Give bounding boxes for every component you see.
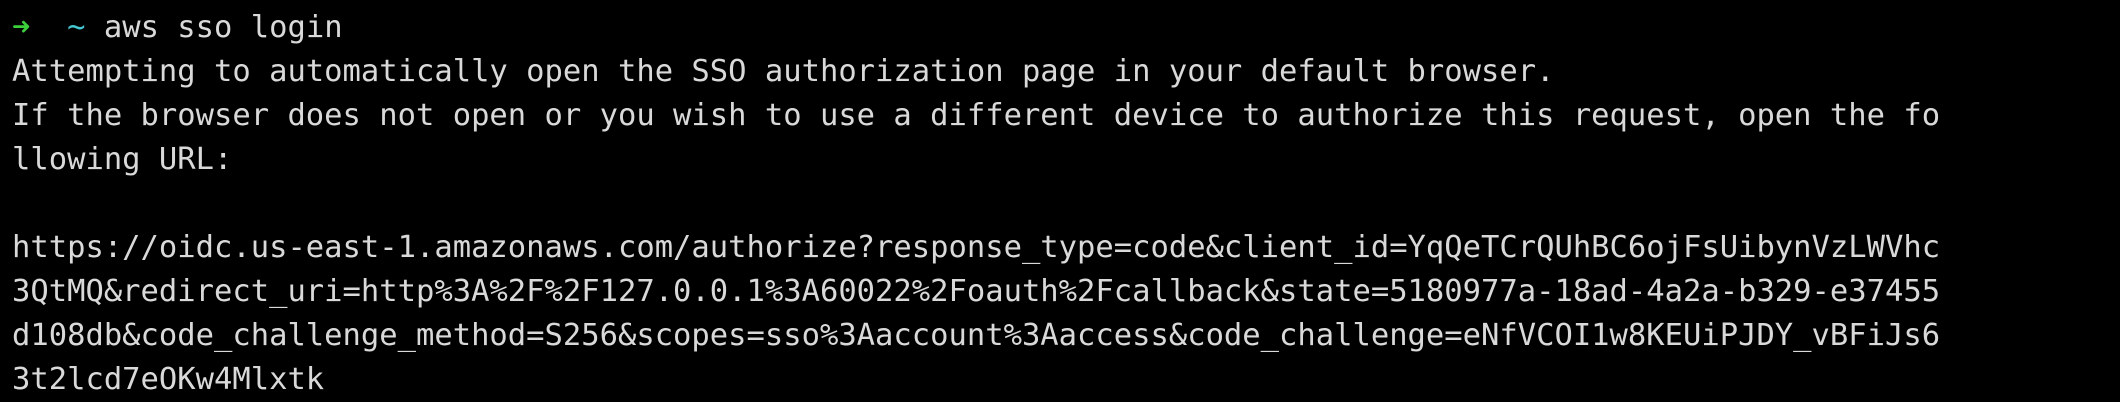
- prompt-arrow-icon: ➜: [12, 10, 31, 45]
- terminal-window[interactable]: ➜ ~ aws sso login Attempting to automati…: [0, 0, 2120, 402]
- authorization-url-line[interactable]: d108db&code_challenge_method=S256&scopes…: [12, 314, 2120, 358]
- prompt-directory: ~: [67, 10, 86, 45]
- prompt-line: ➜ ~ aws sso login: [12, 6, 2120, 50]
- prompt-command: aws sso login: [103, 10, 343, 45]
- authorization-url-line[interactable]: 3t2lcd7eOKw4Mlxtk: [12, 358, 2120, 402]
- output-line: If the browser does not open or you wish…: [12, 98, 1941, 133]
- authorization-url-line[interactable]: 3QtMQ&redirect_uri=http%3A%2F%2F127.0.0.…: [12, 270, 2120, 314]
- authorization-url-line[interactable]: https://oidc.us-east-1.amazonaws.com/aut…: [12, 226, 2120, 270]
- output-line: llowing URL:: [12, 142, 233, 177]
- output-line: Attempting to automatically open the SSO…: [12, 54, 1555, 89]
